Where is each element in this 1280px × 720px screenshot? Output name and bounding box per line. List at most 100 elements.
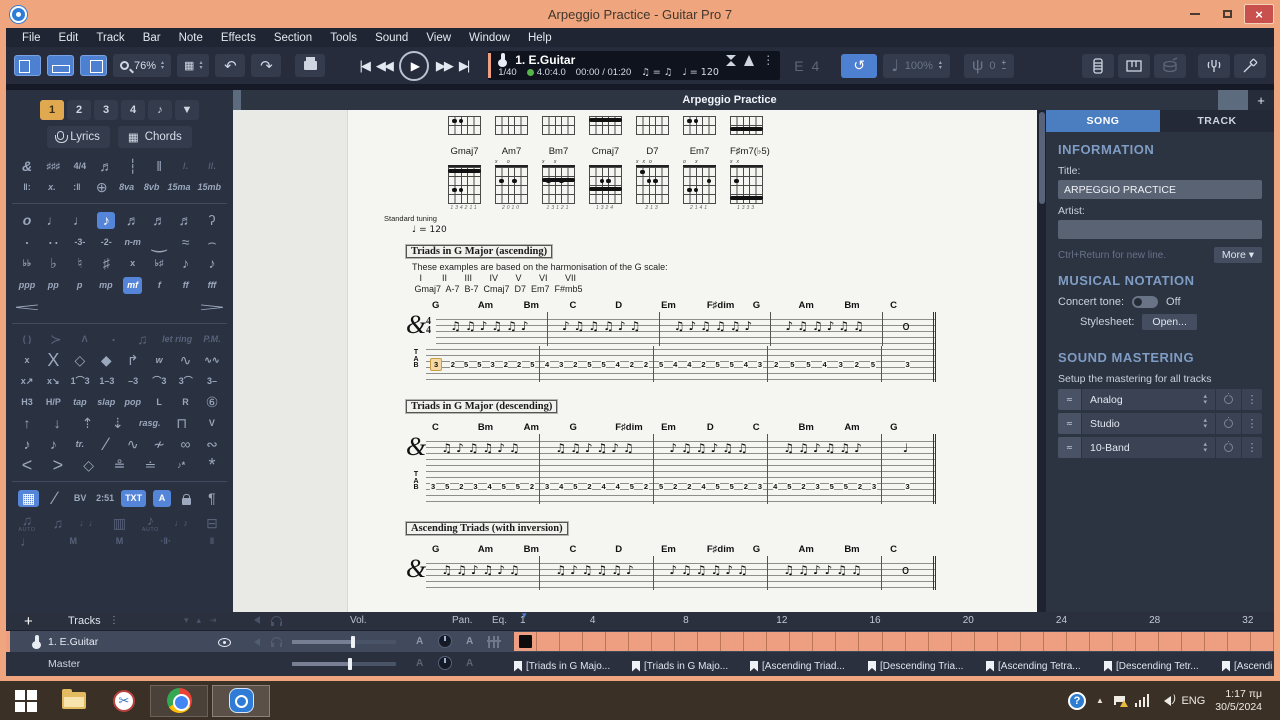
- left-hand-icon[interactable]: L: [150, 395, 168, 410]
- double-barline-icon[interactable]: ‖: [150, 159, 168, 174]
- slide-to-icon[interactable]: 3–: [203, 374, 221, 389]
- mastering-spinner[interactable]: ▴▾: [1195, 389, 1216, 410]
- timeline-bar-4[interactable]: [583, 632, 606, 651]
- tab-number[interactable]: 5: [715, 482, 720, 491]
- beam-join-icon[interactable]: ♫: [49, 516, 67, 531]
- selected-note[interactable]: 3: [430, 358, 442, 371]
- wah-closed-icon[interactable]: ≐: [141, 458, 159, 473]
- tab-number[interactable]: 2: [673, 482, 678, 491]
- beam-group-icon[interactable]: ▥: [110, 516, 128, 531]
- tab-number[interactable]: 4: [545, 360, 550, 369]
- view-vertical-button[interactable]: [80, 55, 107, 76]
- measure[interactable]: o: [882, 556, 936, 590]
- hammer-on-icon[interactable]: 1⌒3: [71, 374, 90, 389]
- slash-notation-icon[interactable]: ∕: [46, 491, 64, 506]
- tab-number[interactable]: 4: [701, 482, 706, 491]
- sixteenth-note-icon[interactable]: ♬: [124, 213, 142, 228]
- zoom-control[interactable]: 76% ▴▾: [113, 54, 171, 77]
- artificial-harmonic-icon[interactable]: ◆: [97, 353, 115, 368]
- speed-spinner[interactable]: ▴▾: [939, 61, 942, 71]
- tuner-button[interactable]: [1198, 54, 1230, 78]
- chord-diagram-Bm7[interactable]: x x13121: [542, 167, 575, 204]
- network-signal-icon[interactable]: [1135, 694, 1150, 707]
- brush-down-icon[interactable]: ↓: [48, 416, 66, 431]
- tab-number[interactable]: 2: [529, 482, 534, 491]
- tab-number[interactable]: 3: [905, 482, 910, 491]
- tab-number[interactable]: 2: [643, 360, 648, 369]
- rewind-button[interactable]: ◀◀: [376, 58, 392, 74]
- vibrato-icon[interactable]: ∿: [177, 353, 195, 368]
- chord-diagram-Am7[interactable]: [495, 116, 528, 135]
- tab-number[interactable]: 3: [430, 482, 435, 491]
- tab-number[interactable]: 5: [870, 360, 875, 369]
- mastering-row-studio[interactable]: ≂Studio▴▾⋮: [1058, 413, 1262, 434]
- tab-number[interactable]: 2: [687, 482, 692, 491]
- tie-icon[interactable]: ‿: [150, 235, 168, 250]
- ottava-alta-icon[interactable]: 8va: [118, 180, 136, 195]
- timeline-bar-9[interactable]: [698, 632, 721, 651]
- tab-number[interactable]: 4: [687, 360, 692, 369]
- tuplet-icon[interactable]: ♬: [97, 159, 115, 174]
- chord-diagram-F♯m7(♭5)[interactable]: [730, 116, 763, 135]
- file-explorer-button[interactable]: [48, 681, 100, 720]
- add-track-button[interactable]: +: [24, 613, 33, 630]
- track-order-icons[interactable]: ▾▴⇥: [184, 615, 225, 626]
- pop-icon[interactable]: pop: [124, 395, 142, 410]
- measure[interactable]: ♪♫♫♪♫♫: [654, 434, 768, 468]
- tab-number[interactable]: 5: [501, 482, 506, 491]
- grace-plain-icon[interactable]: ♪: [44, 437, 62, 452]
- chord-diagram-Em7[interactable]: o x2141: [683, 167, 716, 204]
- volume-swell-icon[interactable]: ◇: [80, 458, 98, 473]
- natural-harmonic-icon[interactable]: ◇: [71, 353, 89, 368]
- mastering-spinner[interactable]: ▴▾: [1195, 413, 1216, 434]
- tab-number[interactable]: 2: [857, 482, 862, 491]
- track-mute-icon[interactable]: [250, 638, 260, 646]
- clipped-icon-2[interactable]: M: [64, 536, 82, 546]
- measure[interactable]: ♩: [882, 434, 936, 468]
- fermata-icon[interactable]: ⌢: [203, 235, 221, 250]
- volume-slider[interactable]: [292, 640, 396, 644]
- timeline-bar-12[interactable]: [767, 632, 790, 651]
- measure[interactable]: ♫♫♪♪♫♫: [768, 556, 882, 590]
- quindicesima-alta-icon[interactable]: 15ma: [168, 180, 191, 195]
- rasgueado-icon[interactable]: rasg.: [139, 416, 161, 431]
- timeline-bar-31[interactable]: [1205, 632, 1228, 651]
- clipped-icon-5[interactable]: ‖: [203, 536, 221, 546]
- chord-diagram-F♯m7(♭5)[interactable]: xx1333: [730, 167, 763, 204]
- ghost-note-icon[interactable]: ( ): [18, 332, 36, 347]
- menu-sound[interactable]: Sound: [367, 31, 416, 45]
- timeline-bar-7[interactable]: [652, 632, 675, 651]
- timeline-bar-8[interactable]: [675, 632, 698, 651]
- staccato-icon[interactable]: ·: [104, 332, 122, 347]
- tab-number[interactable]: 2: [573, 360, 578, 369]
- power-button[interactable]: [1216, 437, 1242, 458]
- tab-number[interactable]: 5: [843, 482, 848, 491]
- section-marker[interactable]: [Triads in G Majo...: [632, 656, 750, 676]
- measure[interactable]: ♪♫♫♫♪♫: [548, 312, 660, 346]
- hourglass-icon[interactable]: [726, 55, 736, 66]
- measure[interactable]: ♫♫♪♫♫♪: [436, 312, 548, 346]
- tab-measure[interactable]: 43255422: [540, 346, 654, 382]
- tab-track[interactable]: TRACK: [1160, 110, 1274, 132]
- timeline-bar-23[interactable]: [1021, 632, 1044, 651]
- minimize-button[interactable]: [1180, 4, 1210, 24]
- fingering-icon[interactable]: ⑥: [203, 395, 221, 410]
- timeline-bar-10[interactable]: [721, 632, 744, 651]
- timeline-bar-16[interactable]: [859, 632, 882, 651]
- lock-icon[interactable]: [178, 493, 196, 505]
- let-ring-icon[interactable]: ≈: [177, 235, 195, 250]
- tab-number[interactable]: 4: [743, 360, 748, 369]
- mastering-menu-icon[interactable]: ⋮: [1242, 393, 1262, 406]
- action-center-flag-icon[interactable]: [1114, 696, 1125, 705]
- chord-diagram-icon[interactable]: ▦: [18, 490, 39, 507]
- star-icon[interactable]: *: [203, 458, 221, 473]
- grace-before-beat-icon[interactable]: ♪: [177, 256, 195, 271]
- tab-number[interactable]: 3: [757, 360, 762, 369]
- timeline-bar-30[interactable]: [1182, 632, 1205, 651]
- timeline-bar-33[interactable]: [1251, 632, 1274, 651]
- section-marker[interactable]: [Ascending Triad...: [750, 656, 868, 676]
- voice-extra-2-icon[interactable]: ▼: [175, 100, 199, 120]
- tab-number[interactable]: 2: [743, 482, 748, 491]
- triplet-icon[interactable]: -3-: [71, 235, 89, 250]
- track-eq-icon[interactable]: [488, 636, 499, 648]
